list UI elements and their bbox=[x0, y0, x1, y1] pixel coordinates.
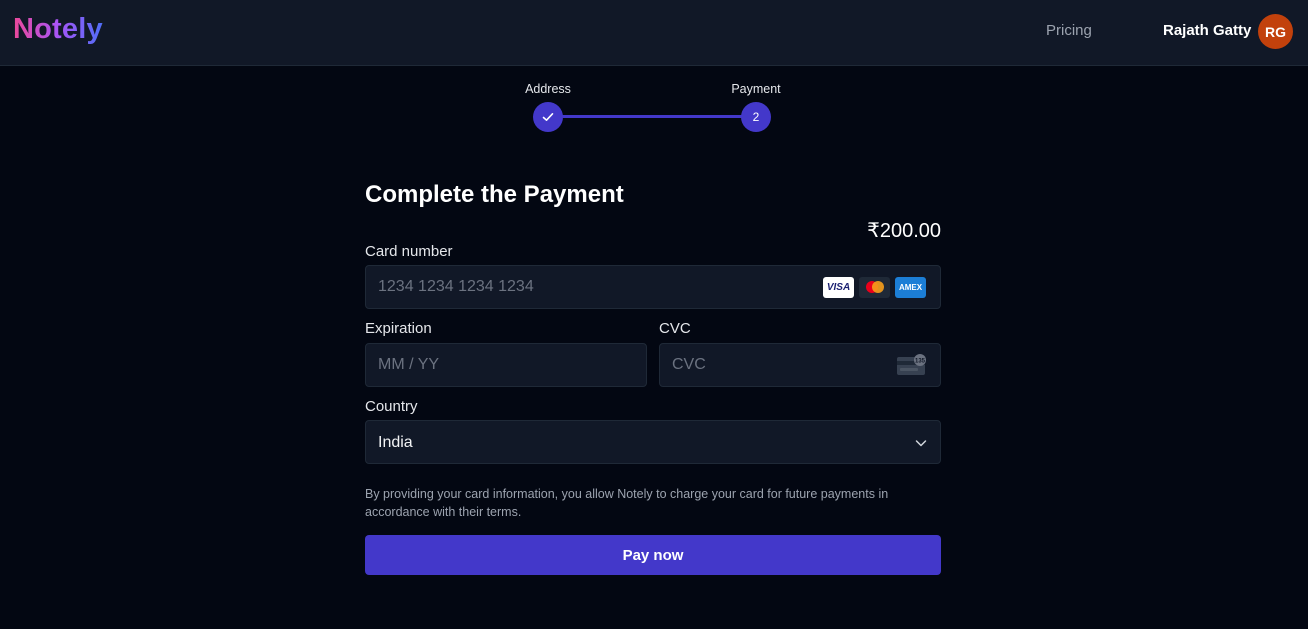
country-label: Country bbox=[365, 398, 418, 415]
avatar[interactable]: RG bbox=[1258, 14, 1293, 49]
pay-now-button[interactable]: Pay now bbox=[365, 535, 941, 575]
cvc-icon-text: 135 bbox=[915, 359, 926, 365]
amex-icon: AMEX bbox=[895, 277, 926, 298]
visa-icon: VISA bbox=[823, 277, 854, 298]
step-payment-current[interactable]: 2 bbox=[741, 102, 771, 132]
cvc-field[interactable]: 135 bbox=[659, 343, 941, 387]
terms-notice: By providing your card information, you … bbox=[365, 487, 889, 519]
nav-link-pricing[interactable]: Pricing bbox=[1046, 22, 1092, 39]
mastercard-icon bbox=[859, 277, 890, 298]
card-brand-icons: VISA AMEX bbox=[823, 277, 926, 298]
notely-logo[interactable]: Notely bbox=[13, 13, 103, 46]
page-title: Complete the Payment bbox=[365, 181, 624, 208]
cvc-card-icon: 135 bbox=[897, 354, 926, 375]
expiration-field[interactable] bbox=[365, 343, 647, 387]
payment-amount: ₹200.00 bbox=[867, 220, 941, 242]
step-label-payment: Payment bbox=[731, 82, 781, 96]
cvc-label: CVC bbox=[659, 320, 691, 337]
stepper-progress-line bbox=[548, 115, 756, 118]
step-address-complete[interactable] bbox=[533, 102, 563, 132]
card-number-field[interactable]: VISA AMEX bbox=[365, 265, 941, 309]
top-navbar: Notely Pricing Rajath Gatty RG bbox=[0, 0, 1308, 66]
chevron-down-icon bbox=[915, 440, 927, 447]
expiration-input[interactable] bbox=[366, 344, 646, 386]
user-name[interactable]: Rajath Gatty bbox=[1163, 22, 1251, 39]
country-select[interactable]: India bbox=[365, 420, 941, 464]
card-number-label: Card number bbox=[365, 243, 453, 260]
country-selected-value: India bbox=[378, 434, 413, 451]
step-label-address: Address bbox=[525, 82, 571, 96]
check-icon bbox=[542, 113, 554, 121]
expiration-label: Expiration bbox=[365, 320, 432, 337]
